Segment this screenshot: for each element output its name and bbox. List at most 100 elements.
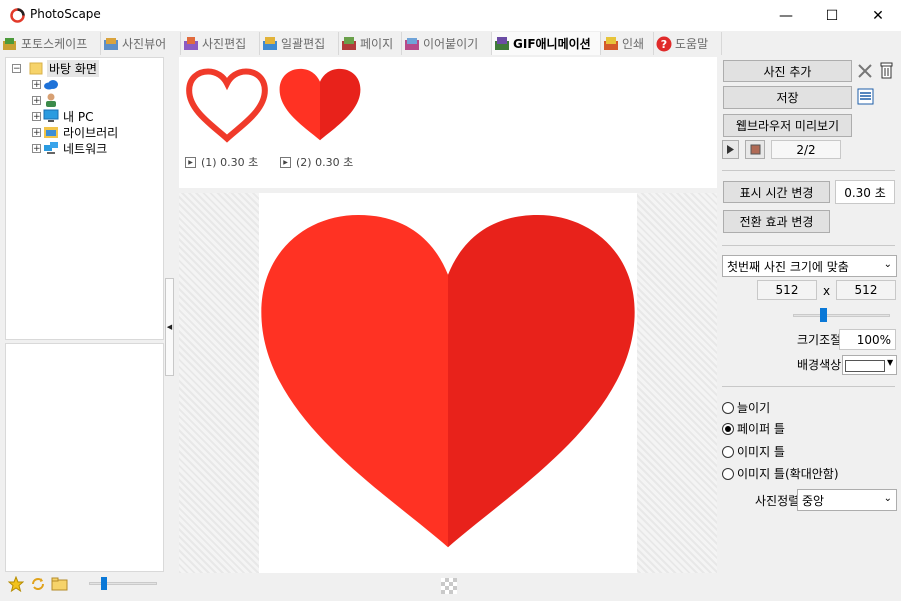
align-value: 중앙 — [802, 493, 825, 508]
cloud-icon — [44, 80, 58, 90]
expand-icon[interactable]: + — [32, 127, 41, 137]
save-button[interactable]: 저장 — [723, 86, 852, 109]
bg-color-picker[interactable]: ▼ — [842, 355, 897, 375]
radio-paper-frame[interactable]: 페이퍼 틀 — [722, 420, 785, 437]
star-icon[interactable] — [8, 576, 24, 592]
width-field[interactable]: 512 — [757, 280, 817, 300]
tree-item-libraries[interactable]: + 라이브러리 — [32, 124, 118, 140]
minimize-button[interactable]: — — [763, 0, 809, 31]
zoom-value-field[interactable]: 100% — [839, 329, 896, 350]
tab-photoscape[interactable]: 포토스케이프 — [0, 32, 101, 55]
list-view-icon[interactable] — [857, 88, 874, 105]
display-time-value: 0.30 초 — [835, 180, 895, 204]
divider — [722, 170, 895, 171]
frame-caption-1: ▶ (1) 0.30 초 — [185, 154, 258, 170]
zoom-slider-thumb[interactable] — [820, 308, 827, 322]
thumbnail-size-slider-track[interactable] — [89, 582, 157, 585]
help-icon: ? — [656, 36, 672, 51]
radio-circle — [722, 401, 734, 414]
size-mode-select[interactable]: 첫번째 사진 크기에 맞춤 ⌄ — [722, 255, 897, 277]
tab-print[interactable]: 인쇄 — [601, 32, 654, 55]
editor-tab-icon — [184, 36, 198, 50]
bg-color-label: 배경색상 — [797, 357, 842, 372]
heart-filled-image — [279, 68, 361, 141]
transparency-checker-icon — [441, 578, 457, 594]
radio-image-frame[interactable]: 이미지 틀 — [722, 443, 785, 460]
collapse-panel-handle[interactable]: ◀ — [165, 278, 174, 376]
tree-item-desktop[interactable]: − 바탕 화면 — [12, 59, 99, 77]
radio-label: 이미지 틀(확대안함) — [737, 467, 839, 481]
tree-item-user[interactable]: + — [32, 92, 63, 108]
tab-combine[interactable]: 이어붙이기 — [402, 32, 492, 55]
preview-area — [179, 193, 717, 573]
color-swatch — [845, 360, 885, 372]
browser-preview-button[interactable]: 웹브라우저 미리보기 — [723, 114, 852, 137]
expand-icon[interactable]: + — [32, 95, 41, 105]
close-button[interactable]: ✕ — [855, 0, 901, 31]
tab-page[interactable]: 페이지 — [339, 32, 402, 55]
chevron-down-icon: ⌄ — [883, 259, 892, 270]
tree-item-label: 네트워크 — [63, 141, 108, 156]
tools-icon[interactable] — [857, 63, 873, 79]
library-icon — [44, 127, 58, 138]
photoscape-tab-icon — [3, 37, 16, 50]
thumbnail-size-slider-thumb[interactable] — [101, 577, 107, 590]
main-tabs: 포토스케이프 사진뷰어 사진편집 일괄편집 페이지 이어붙이기 GIF애니메이션… — [0, 32, 722, 56]
dropdown-arrow-icon: ▼ — [887, 358, 894, 367]
tab-label: 사진편집 — [202, 37, 247, 51]
radio-label: 늘이기 — [737, 401, 771, 415]
radio-circle — [722, 445, 734, 458]
frame-thumbnail-2[interactable] — [277, 66, 363, 144]
maximize-button[interactable]: ☐ — [809, 0, 855, 31]
file-list-panel[interactable] — [5, 343, 164, 572]
tree-item-this-pc[interactable]: + 내 PC — [32, 108, 93, 124]
expand-icon[interactable]: + — [32, 79, 41, 89]
zoom-slider-track[interactable] — [793, 314, 890, 317]
expand-icon[interactable]: + — [32, 143, 41, 153]
stop-button[interactable] — [745, 140, 765, 159]
tab-batch-editor[interactable]: 일괄편집 — [260, 32, 339, 55]
radio-image-frame-no-zoom[interactable]: 이미지 틀(확대안함) — [722, 465, 839, 482]
add-photo-button[interactable]: 사진 추가 — [723, 60, 852, 82]
open-folder-icon[interactable] — [51, 576, 69, 592]
heart-preview-image — [261, 215, 635, 548]
gif-tab-icon — [495, 36, 509, 50]
frame-thumbnail-1[interactable] — [184, 66, 270, 144]
tree-item-network[interactable]: + 네트워크 — [32, 140, 107, 156]
play-icon[interactable]: ▶ — [185, 156, 196, 168]
play-icon[interactable]: ▶ — [280, 156, 291, 168]
svg-text:?: ? — [661, 38, 667, 51]
divider — [722, 245, 895, 246]
tab-label: 인쇄 — [622, 37, 645, 51]
height-field[interactable]: 512 — [836, 280, 896, 300]
computer-icon — [43, 109, 59, 122]
play-icon — [727, 145, 734, 154]
combine-tab-icon — [405, 37, 419, 50]
refresh-icon[interactable] — [30, 576, 46, 592]
play-button[interactable] — [722, 140, 739, 159]
tab-photo-viewer[interactable]: 사진뷰어 — [101, 32, 181, 55]
tab-label: 사진뷰어 — [122, 37, 167, 51]
folder-tree-panel: − 바탕 화면 + + + 내 PC + 라이브러리 + 네트워크 — [5, 57, 164, 340]
tab-gif-animation[interactable]: GIF애니메이션 — [492, 32, 601, 55]
frame-caption-text: (2) 0.30 초 — [296, 156, 354, 169]
radio-stretch[interactable]: 늘이기 — [722, 399, 770, 416]
frame-counter: 2/2 — [771, 140, 841, 159]
tab-label: 이어붙이기 — [423, 37, 479, 51]
photoscape-logo-icon — [10, 8, 25, 23]
preview-canvas — [259, 193, 637, 573]
trash-icon[interactable] — [879, 61, 894, 79]
tree-item-onedrive[interactable]: + — [32, 76, 63, 92]
chevron-down-icon: ⌄ — [883, 493, 892, 504]
collapse-icon[interactable]: − — [12, 63, 21, 73]
tab-help[interactable]: ? 도움말 — [654, 32, 722, 55]
align-select[interactable]: 중앙 ⌄ — [797, 489, 897, 511]
tab-photo-editor[interactable]: 사진편집 — [181, 32, 260, 55]
tree-item-label: 내 PC — [63, 109, 94, 124]
change-display-time-button[interactable]: 표시 시간 변경 — [723, 181, 830, 203]
dimension-separator: x — [823, 284, 831, 298]
size-mode-value: 첫번째 사진 크기에 맞춤 — [727, 259, 849, 274]
expand-icon[interactable]: + — [32, 111, 41, 121]
change-transition-button[interactable]: 전환 효과 변경 — [723, 210, 830, 233]
user-icon — [46, 93, 56, 107]
